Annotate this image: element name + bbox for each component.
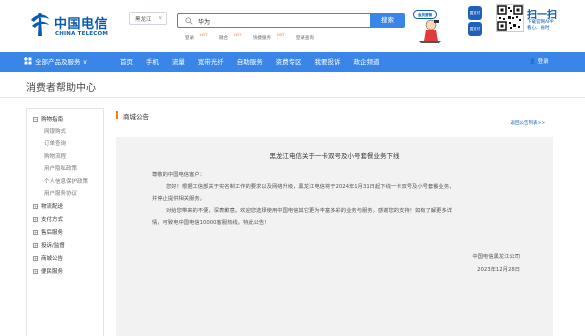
nav-item-data[interactable]: 流量: [172, 52, 185, 72]
announcement-article: 黑龙江电信关于一卡双号及小号套餐业务下线 尊敬的中国电信客户： 您好！根据工信部…: [116, 137, 553, 336]
page-title: 消费者帮助中心: [26, 83, 96, 94]
article-date: 2023年12月28日: [477, 267, 520, 273]
sidebar-group-announcements[interactable]: + 商城公告: [33, 254, 63, 262]
divider: [0, 97, 585, 98]
sidebar-group-logistics[interactable]: + 物流配送: [33, 202, 63, 210]
sidebar-group-label: 支付方式: [41, 217, 64, 223]
scan-subtitle: 下载官网APP 看心、省时: [527, 20, 554, 32]
search-input[interactable]: 华为: [177, 13, 370, 28]
expand-icon: +: [33, 230, 38, 235]
logo-chinese-text: 中国电信: [54, 17, 109, 32]
scan-subtitle-line: 看心、省时: [527, 26, 550, 31]
back-to-list-link[interactable]: 返回公告列表>>: [510, 120, 545, 126]
all-products-menu[interactable]: 全部产品及服务 ∨: [24, 52, 87, 72]
province-selector[interactable]: 黑龙江 ∨: [129, 12, 167, 25]
china-telecom-logo[interactable]: 中国电信 CHINA TELECOM: [28, 10, 110, 42]
sidebar-group-label: 物流配送: [41, 204, 64, 210]
hot-link[interactable]: 快捷服务HOT: [253, 33, 290, 41]
sidebar-group-label: 便民服务: [41, 269, 64, 275]
grid-menu-icon: [24, 57, 32, 65]
login-label: 登录: [537, 59, 549, 65]
search-button[interactable]: 搜索: [370, 13, 405, 28]
qr-code: [496, 4, 524, 32]
expand-icon: +: [33, 217, 38, 222]
app-download-icon[interactable]: 翼支付: [468, 22, 482, 36]
app-download-icon[interactable]: 翼支付: [468, 6, 482, 20]
expand-icon: +: [33, 256, 38, 261]
user-icon: 👤: [529, 59, 536, 65]
sidebar-item[interactable]: 购物流程: [44, 152, 66, 160]
sidebar-group-shopping-guide[interactable]: − 购物指南: [33, 115, 63, 123]
logo-english-text: CHINA TELECOM: [55, 31, 109, 37]
province-value: 黑龙江: [135, 17, 152, 23]
expand-icon: +: [33, 204, 38, 209]
article-paragraph: 并停止提供相关服务。: [152, 196, 205, 202]
nav-item-home[interactable]: 首页: [120, 52, 133, 72]
sidebar-group-payment[interactable]: + 支付方式: [33, 215, 63, 223]
article-title: 黑龙江电信关于一卡双号及小号套餐业务下线: [269, 152, 400, 160]
article-paragraph: 情，可致电中国电信10000客服热线。特此公告！: [152, 220, 270, 226]
nav-item-phone[interactable]: 手机: [146, 52, 159, 72]
section-header: 商城公告 返回公告列表>>: [116, 108, 553, 128]
help-sidebar: − 购物指南 网银购式 订单查询 购物流程 用户隐私政策 个人信息保护政策 用户服…: [26, 108, 104, 336]
chevron-down-icon: ∨: [82, 58, 88, 66]
sidebar-item[interactable]: 网银购式: [44, 127, 66, 135]
search-query-text: 华为: [198, 19, 211, 26]
search-icon: [185, 17, 193, 25]
scan-title: 扫一扫: [527, 10, 557, 21]
hot-search-links: 登录HOT 融合HOT 快捷服务HOT 登录查询: [185, 33, 324, 41]
article-paragraph: 对给您带来的不便，深表歉意。欢迎您选择使用中国电信其它更为丰富多彩的业务与服务，…: [166, 208, 453, 214]
nav-items: 首页 手机 流量 宽带光纤 自助服务 资费专区 我要投诉 政企频道: [120, 52, 390, 72]
chevron-down-icon: ∨: [158, 15, 162, 21]
nav-item-tariff[interactable]: 资费专区: [276, 52, 302, 72]
china-telecom-logo-icon: [31, 13, 49, 36]
sidebar-group-label: 购物指南: [41, 117, 64, 123]
sidebar-group-label: 售后服务: [41, 230, 64, 236]
sidebar-item[interactable]: 订单查询: [44, 139, 66, 147]
sidebar-group-after-sales[interactable]: + 售后服务: [33, 228, 63, 236]
article-paragraph: 您好！根据工信部关于实名制工作的要求以及网络升级，黑龙江电信将于2024年1月3…: [166, 184, 455, 190]
expand-icon: +: [33, 269, 38, 274]
qr-code-icon: [497, 5, 523, 31]
sidebar-group-convenience[interactable]: + 便民服务: [33, 267, 63, 275]
member-promo-mascot[interactable]: 会员营销: [413, 8, 443, 44]
sidebar-item[interactable]: 个人信息保护政策: [44, 177, 88, 185]
sidebar-item[interactable]: 用户服务协议: [44, 189, 77, 197]
hot-link[interactable]: 融合HOT: [219, 33, 247, 41]
article-greeting: 尊敬的中国电信客户：: [152, 172, 205, 178]
section-label: 商城公告: [123, 113, 149, 121]
nav-item-enterprise[interactable]: 政企频道: [353, 52, 379, 72]
main-nav: 全部产品及服务 ∨ 首页 手机 流量 宽带光纤 自助服务 资费专区 我要投诉 政…: [0, 52, 585, 72]
article-signer: 中国电信黑龙江公司: [472, 254, 520, 260]
nav-item-complaint[interactable]: 我要投诉: [315, 52, 341, 72]
nav-item-broadband[interactable]: 宽带光纤: [198, 52, 224, 72]
collapse-icon: −: [33, 117, 38, 122]
announcement-panel: 商城公告 返回公告列表>> 黑龙江电信关于一卡双号及小号套餐业务下线 尊敬的中国…: [116, 108, 553, 336]
login-link[interactable]: 👤 登录: [529, 52, 549, 72]
top-header: 中国电信 CHINA TELECOM 黑龙江 ∨ 华为 搜索 登录HOT 融合H…: [0, 0, 585, 52]
hot-link[interactable]: 登录查询: [296, 36, 319, 41]
sidebar-group-label: 商城公告: [41, 256, 64, 262]
mascot-figure-icon: [419, 19, 441, 43]
all-products-label: 全部产品及服务: [35, 58, 81, 66]
hot-link[interactable]: 登录HOT: [185, 33, 213, 41]
section-marker: [116, 111, 118, 119]
sidebar-item[interactable]: 用户隐私政策: [44, 164, 77, 172]
nav-item-self-service[interactable]: 自助服务: [237, 52, 263, 72]
expand-icon: +: [33, 243, 38, 248]
sidebar-group-complaint[interactable]: + 投诉/监督: [33, 241, 65, 249]
sidebar-group-label: 投诉/监督: [41, 243, 65, 249]
